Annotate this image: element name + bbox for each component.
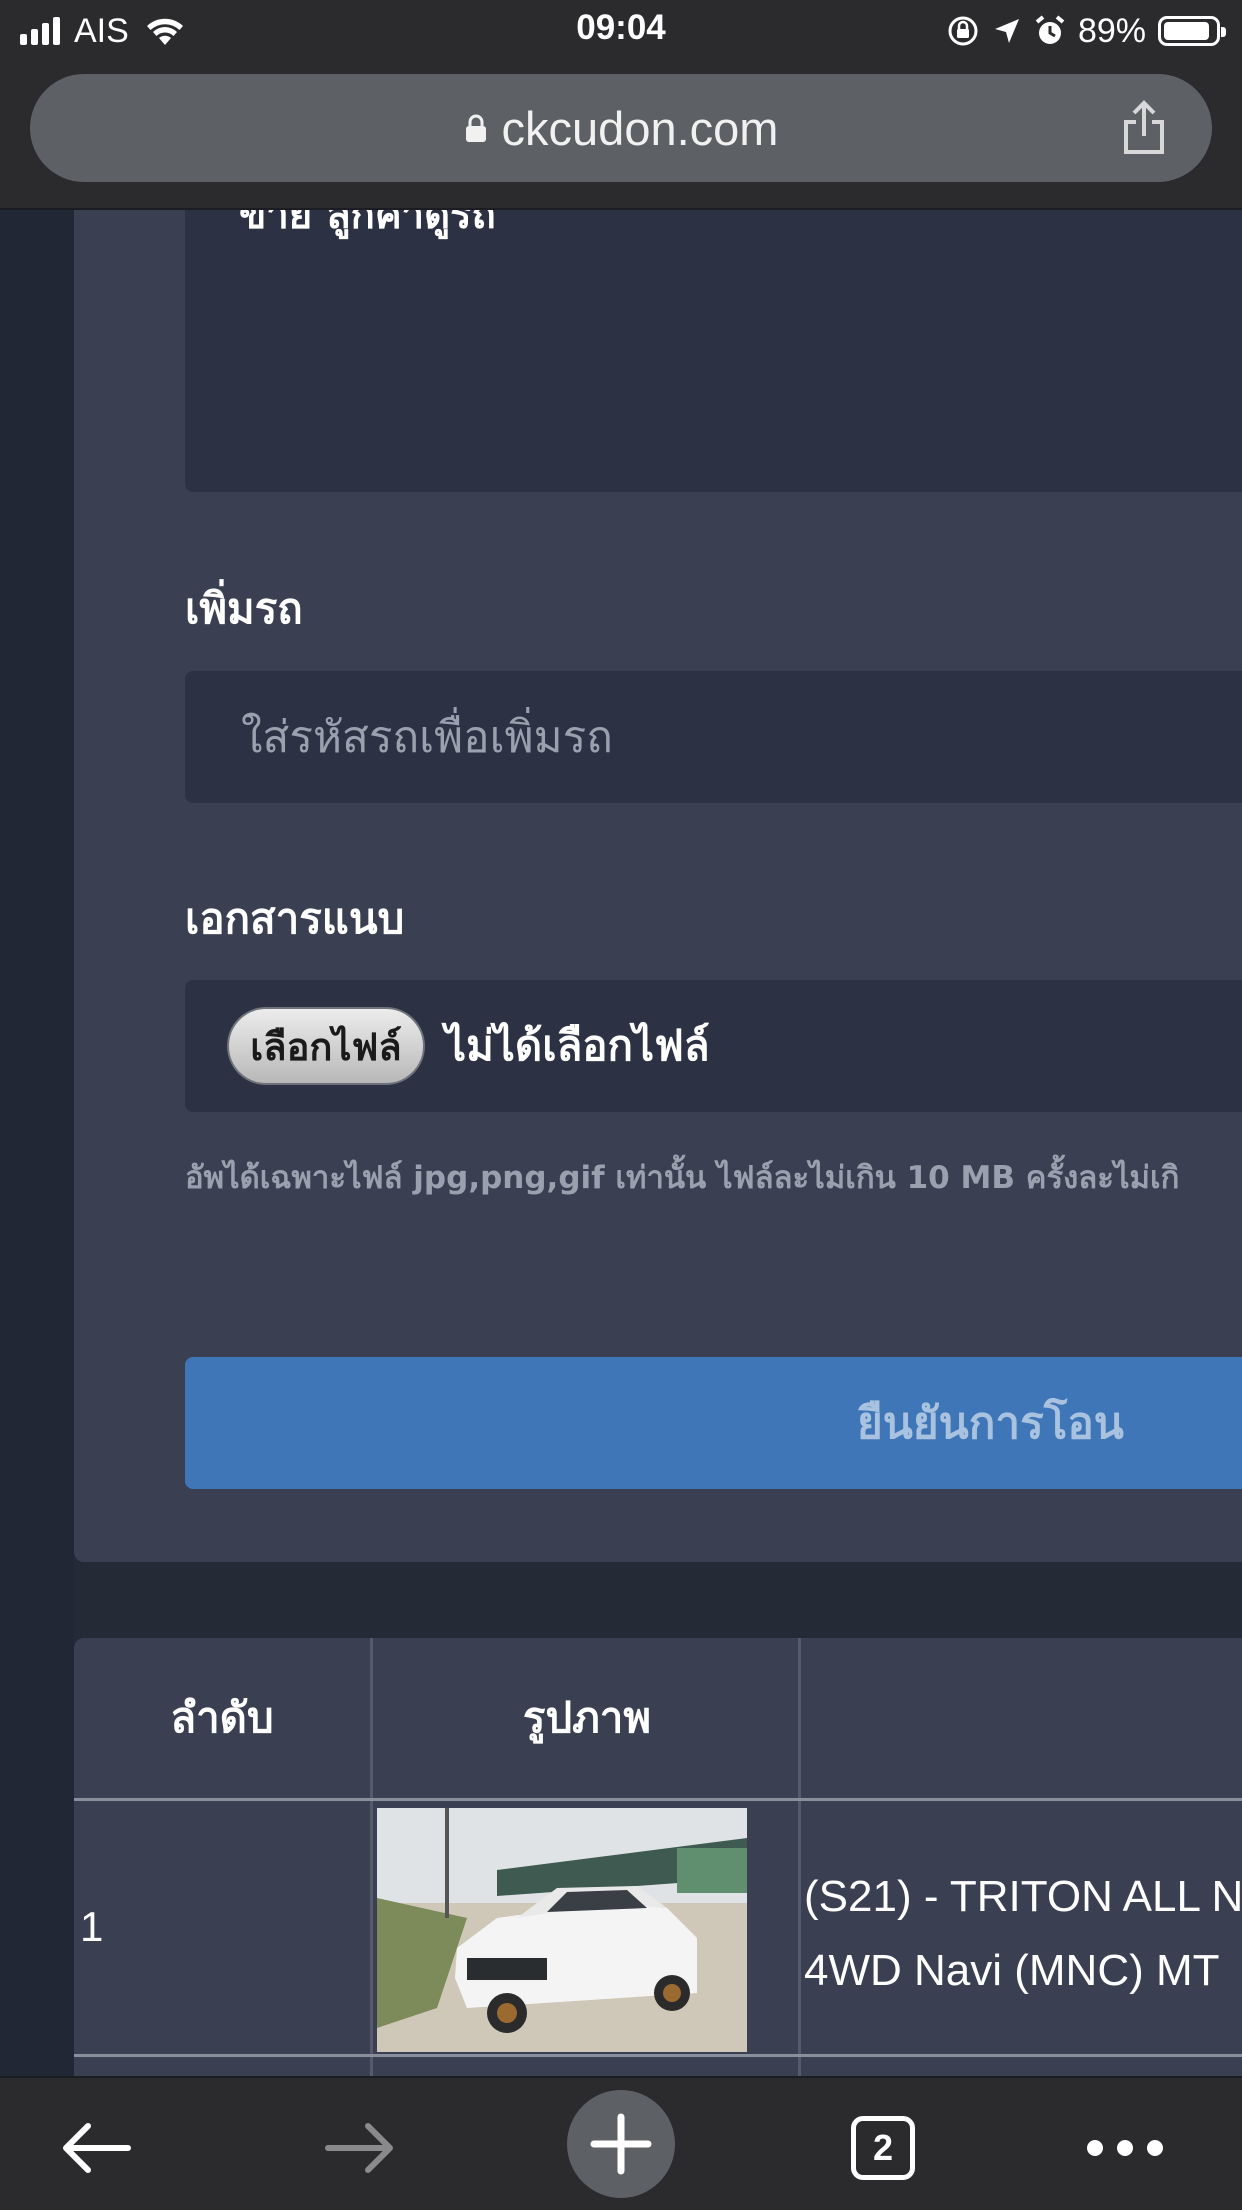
note-text: ขาย ลูกค้าดูรถ — [239, 210, 496, 238]
url-field[interactable]: ckcudon.com — [30, 74, 1212, 182]
file-input: เลือกไฟล์ ไม่ได้เลือกไฟล์ — [185, 980, 1242, 1112]
back-arrow-icon — [63, 2123, 131, 2173]
back-button[interactable] — [46, 2098, 146, 2198]
url-display: ckcudon.com — [30, 74, 1212, 182]
location-arrow-icon — [994, 19, 1019, 43]
car-name-line1: (S21) - TRITON ALL N — [804, 1872, 1242, 1921]
alarm-icon — [1035, 15, 1065, 44]
car-code-input[interactable]: ใส่รหัสรถเพื่อเพิ่มรถ — [185, 671, 1242, 803]
file-status: ไม่ได้เลือกไฟล์ — [445, 1021, 710, 1070]
car-name-cell[interactable]: (S21) - TRITON ALL N 4WD Navi (MNC) MT — [804, 1860, 1242, 2008]
status-right: 89% — [946, 10, 1226, 52]
battery-percent: 89% — [1077, 11, 1146, 50]
upload-hint: อัพได้เฉพาะไฟล์ jpg,png,gif เท่านั้น ไฟล… — [185, 1160, 1180, 1196]
add-car-label: เพิ่มรถ — [185, 584, 303, 633]
car-photo — [377, 1808, 747, 2052]
confirm-transfer-button[interactable]: ยืนยันการโอน — [185, 1357, 1242, 1489]
column-header-name — [804, 1638, 1242, 1798]
tab-count: 2 — [851, 2116, 915, 2180]
url-text: ckcudon.com — [501, 101, 779, 155]
address-bar: ckcudon.com — [0, 62, 1242, 210]
car-name-line2: 4WD Navi (MNC) MT — [804, 1946, 1220, 1995]
column-header-image: รูปภาพ — [522, 1693, 652, 1742]
page-margin — [0, 210, 74, 2080]
column-header-index: ลำดับ — [170, 1693, 274, 1742]
row-index: 1 — [80, 1903, 104, 1950]
forward-arrow-icon — [325, 2123, 393, 2173]
lock-icon — [465, 114, 486, 142]
confirm-transfer-label: ยืนยันการโอน — [857, 1398, 1124, 1449]
plus-button — [567, 2090, 675, 2198]
car-table: ลำดับ รูปภาพ 1 (S21) - TRITON ALL N 4WD … — [74, 1638, 1242, 2078]
header-divider — [74, 1798, 1242, 1801]
column-divider — [370, 1638, 373, 2078]
rotation-lock-icon — [948, 16, 978, 46]
column-divider — [798, 1638, 801, 2078]
browser-toolbar: 2 — [0, 2076, 1242, 2210]
car-thumbnail[interactable] — [377, 1808, 747, 2052]
share-icon[interactable] — [1114, 98, 1174, 158]
plus-icon — [590, 2113, 652, 2175]
car-code-placeholder: ใส่รหัสรถเพื่อเพิ่มรถ — [241, 712, 613, 763]
status-bar: AIS 09:04 89% — [0, 0, 1242, 62]
attachment-label: เอกสารแนบ — [185, 894, 405, 943]
more-button[interactable] — [1075, 2098, 1175, 2198]
new-tab-button[interactable] — [567, 2090, 675, 2198]
forward-button[interactable] — [310, 2098, 410, 2198]
choose-file-button[interactable]: เลือกไฟล์ — [227, 1007, 425, 1085]
battery-icon — [1158, 16, 1226, 46]
note-textarea[interactable]: ขาย ลูกค้าดูรถ — [185, 210, 1242, 492]
row-divider — [74, 2054, 1242, 2057]
more-icon — [1087, 2140, 1163, 2156]
tabs-button[interactable]: 2 — [833, 2098, 933, 2198]
battery-fill — [1164, 22, 1209, 40]
